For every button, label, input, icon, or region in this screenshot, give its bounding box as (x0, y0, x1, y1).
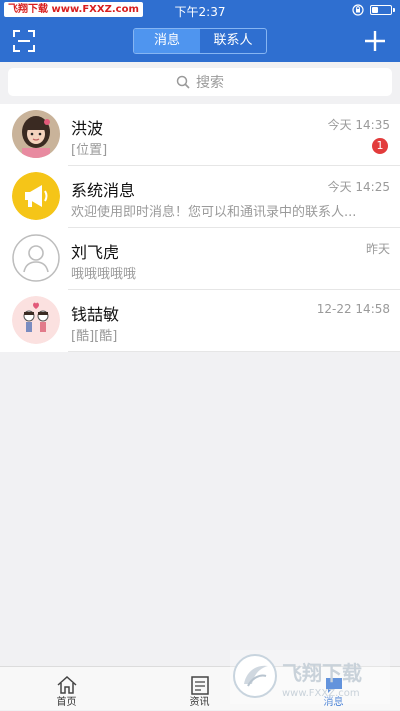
orientation-lock-icon (352, 4, 364, 16)
megaphone-icon (12, 172, 60, 220)
message-preview: 欢迎使用即时消息！您可以和通讯录中的联系人... (71, 205, 357, 220)
conversation-row[interactable]: 钱喆敏 [酷][酷] 12-22 14:58 (0, 290, 400, 352)
conversation-row[interactable]: 刘飞虎 哦哦哦哦哦 昨天 (0, 228, 400, 290)
unread-badge: 1 (372, 138, 388, 154)
message-time: 昨天 (365, 242, 390, 256)
contact-name: 钱喆敏 (71, 305, 120, 324)
conversation-list: 洪波 [位置] 今天 14:35 1 系统消息 欢迎使用即时消息！您可以和通讯录… (0, 104, 400, 352)
nav-bar: 消息 联系人 (0, 20, 400, 62)
tab-contacts[interactable]: 联系人 (200, 29, 266, 53)
divider (68, 351, 400, 352)
status-icons (352, 4, 395, 16)
message-time: 12-22 14:58 (316, 302, 390, 316)
message-time: 今天 14:25 (327, 180, 390, 194)
contact-name: 系统消息 (71, 181, 136, 200)
contact-name: 洪波 (71, 119, 104, 138)
scan-icon[interactable] (12, 29, 36, 53)
add-icon[interactable] (362, 28, 388, 54)
cartoon-avatar (12, 296, 60, 344)
search-input[interactable]: 搜索 (8, 68, 392, 96)
battery-icon (370, 5, 395, 15)
tab-home[interactable]: 首页 (0, 667, 133, 711)
contact-name: 刘飞虎 (71, 243, 120, 262)
default-avatar-icon (12, 234, 60, 282)
message-preview: [位置] (71, 143, 108, 158)
message-preview: 哦哦哦哦哦 (71, 267, 137, 282)
tab-label: 首页 (56, 697, 77, 708)
search-area: 搜索 (0, 62, 400, 104)
segment-control: 消息 联系人 (133, 28, 267, 54)
avatar-photo (12, 110, 60, 158)
status-bar: 飞翔下载 www.FXXZ.com 下午2:37 (0, 0, 400, 20)
watermark-logo-url: www.FXXZ.com (282, 688, 360, 699)
search-placeholder: 搜索 (196, 75, 224, 91)
watermark-logo-text: 飞翔下载 (282, 661, 362, 685)
conversation-row[interactable]: 系统消息 欢迎使用即时消息！您可以和通讯录中的联系人... 今天 14:25 (0, 166, 400, 228)
clock: 下午2:37 (174, 5, 226, 19)
watermark-logo: 飞翔下载 www.FXXZ.com (230, 650, 390, 704)
message-time: 今天 14:35 (327, 118, 390, 132)
conversation-row[interactable]: 洪波 [位置] 今天 14:35 1 (0, 104, 400, 166)
message-preview: [酷][酷] (71, 329, 118, 344)
tab-messages[interactable]: 消息 (134, 29, 200, 53)
search-icon (176, 75, 190, 89)
